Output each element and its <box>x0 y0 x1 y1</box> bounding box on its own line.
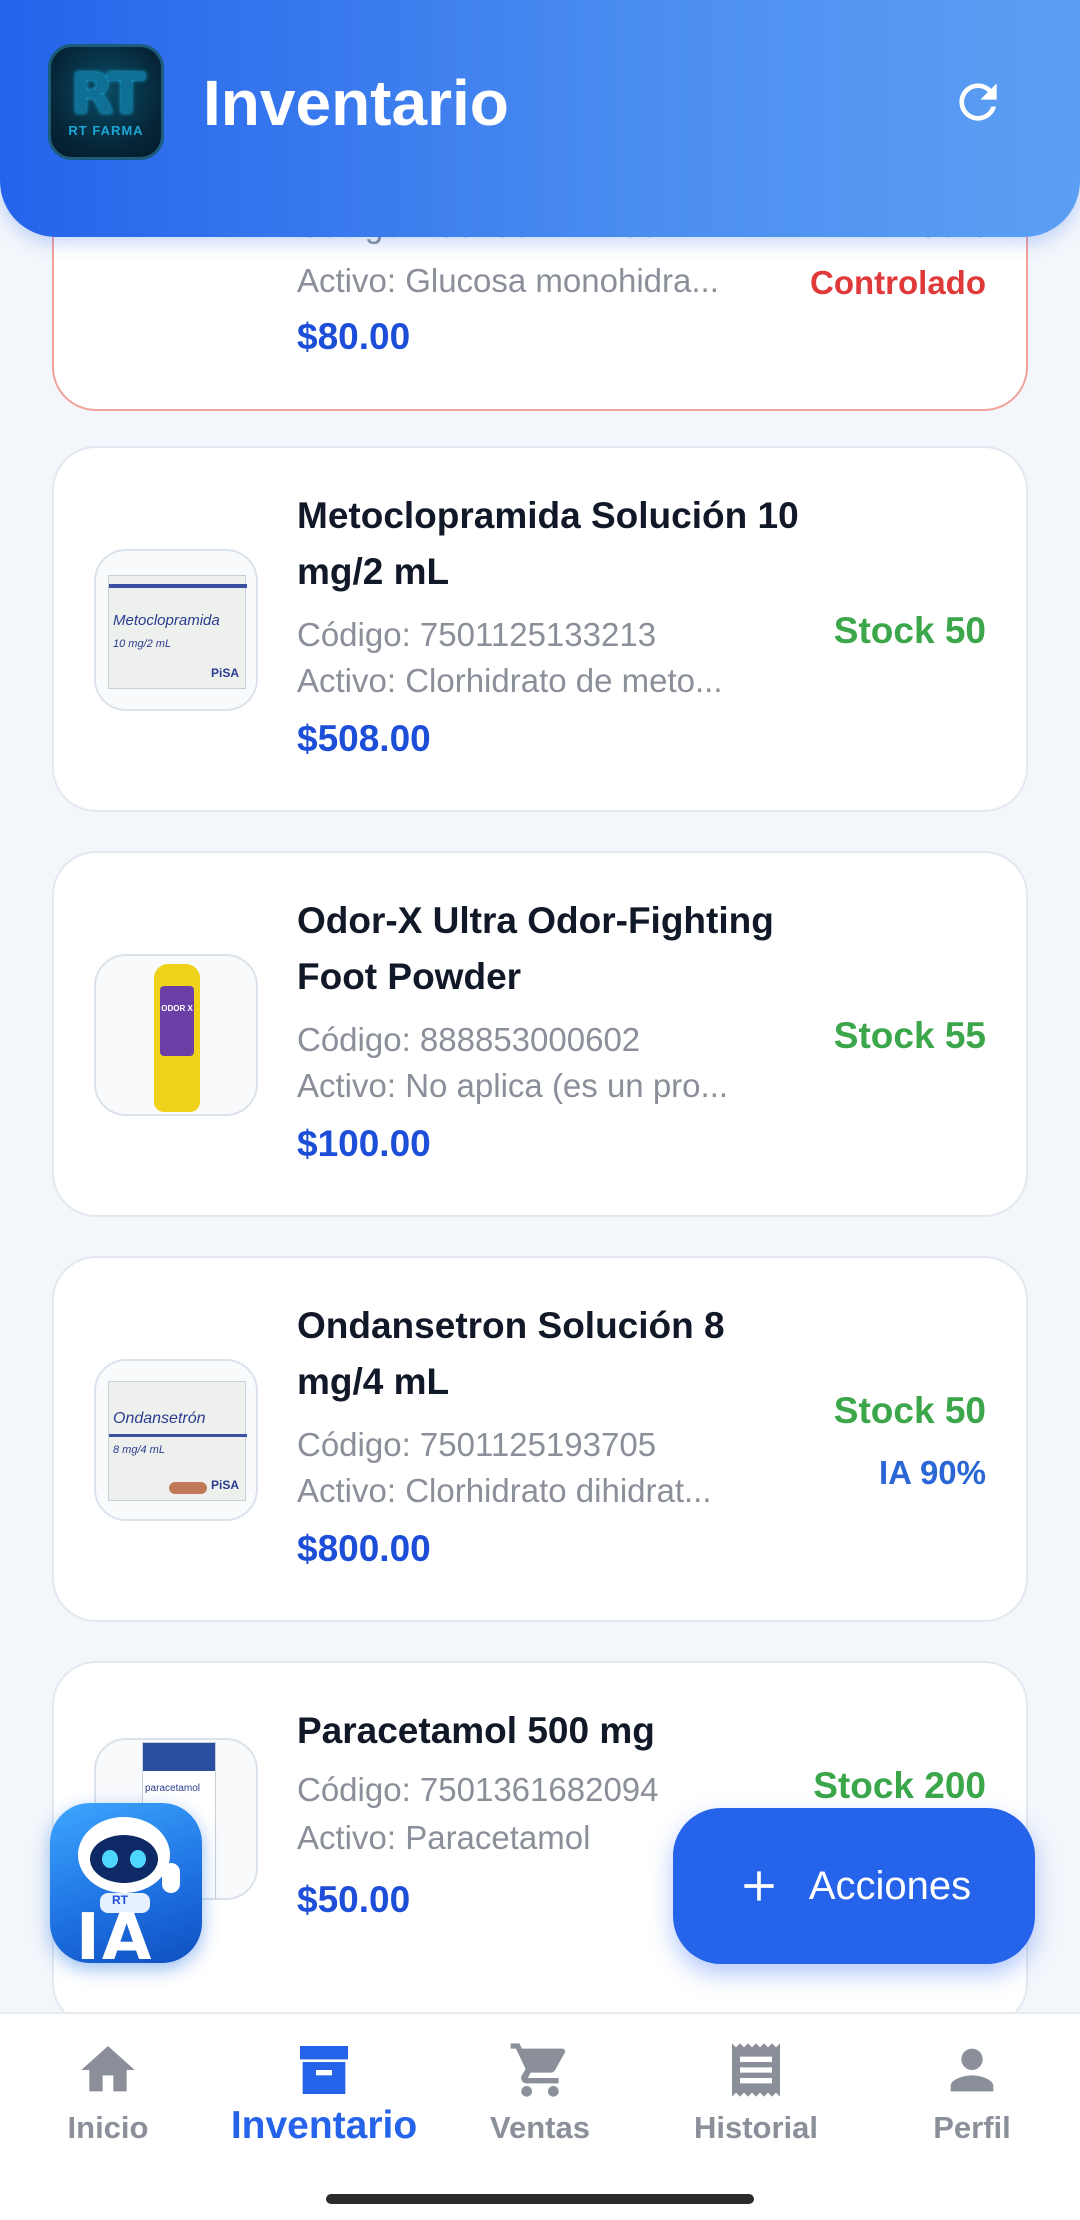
archive-box-icon <box>300 2046 348 2094</box>
bottom-navigation: Inicio Inventario Ventas Historial Perfi… <box>0 2012 1080 2220</box>
product-active-ingredient: Activo: Clorhidrato dihidrat... <box>297 1472 712 1509</box>
actions-fab[interactable]: Acciones <box>673 1808 1035 1964</box>
product-name: Paracetamol 500 mg <box>297 1710 655 1751</box>
assistant-label: IA <box>76 1901 154 1963</box>
stock-badge: Stock 50 <box>833 1390 986 1431</box>
product-name: Odor-X Ultra Odor-Fighting Foot Powder <box>297 900 774 997</box>
logo-subtext: RT FARMA <box>68 122 144 138</box>
product-price: $50.00 <box>297 1879 411 1920</box>
plus-icon <box>744 1871 774 1901</box>
refresh-icon[interactable] <box>950 74 1006 130</box>
product-price: $100.00 <box>297 1123 431 1164</box>
nav-label: Inventario <box>230 2104 418 2147</box>
product-card[interactable]: Metoclopramida 10 mg/2 mL PiSA Metoclopr… <box>52 446 1028 812</box>
nav-item-ventas[interactable]: Ventas <box>432 2038 648 2178</box>
product-code: Código: 7501125193705 <box>297 1426 657 1463</box>
product-price: $800.00 <box>297 1528 431 1569</box>
box-dose: 10 mg/2 mL <box>113 638 172 650</box>
product-name: Metoclopramida Solución 10 mg/2 mL <box>297 495 799 592</box>
product-name: Ondansetron Solución 8 mg/4 mL <box>297 1305 725 1402</box>
product-active-ingredient: Activo: Glucosa monohidra... <box>297 262 719 299</box>
nav-label: Ventas <box>490 2110 590 2145</box>
product-price: $508.00 <box>297 718 431 759</box>
home-indicator[interactable] <box>326 2194 754 2204</box>
nav-label: Historial <box>693 2110 819 2145</box>
product-card[interactable]: Ondansetrón 8 mg/4 mL PiSA Ondansetron S… <box>52 1256 1028 1622</box>
actions-label: Acciones <box>808 1863 972 1908</box>
home-icon <box>81 2046 135 2092</box>
app-logo: RT RT FARMA <box>48 44 164 160</box>
product-thumbnail: Ondansetrón 8 mg/4 mL PiSA <box>94 1359 258 1521</box>
stock-badge: Stock 55 <box>833 1015 986 1056</box>
box-label: Metoclopramida <box>113 612 220 629</box>
logo-text: RT <box>70 61 146 127</box>
nav-label: Perfil <box>933 2110 1011 2145</box>
stock-badge: Stock 50 <box>833 610 986 651</box>
person-icon <box>950 2048 994 2092</box>
product-active-ingredient: Activo: Clorhidrato de meto... <box>297 662 723 699</box>
product-code: Código: 7501361682094 <box>297 1771 659 1808</box>
box-label: Ondansetrón <box>113 1410 206 1427</box>
product-thumbnail: ODOR X <box>94 954 258 1116</box>
nav-label: Inicio <box>67 2110 149 2145</box>
cart-icon <box>510 2043 566 2097</box>
box-label: paracetamol <box>145 1783 201 1794</box>
ia-confidence-badge: IA 90% <box>879 1454 986 1491</box>
stock-badge: Stock 200 <box>813 1765 986 1806</box>
nav-item-inventario[interactable]: Inventario <box>216 2038 432 2178</box>
nav-item-historial[interactable]: Historial <box>648 2038 864 2178</box>
product-price: $80.00 <box>297 316 411 357</box>
box-label: ODOR X <box>161 1004 193 1013</box>
product-active-ingredient: Activo: No aplica (es un pro... <box>297 1067 729 1104</box>
nav-item-inicio[interactable]: Inicio <box>0 2038 216 2178</box>
product-thumbnail: Metoclopramida 10 mg/2 mL PiSA <box>94 549 258 711</box>
product-code: Código: 888853000602 <box>297 1021 641 1058</box>
nav-item-perfil[interactable]: Perfil <box>864 2038 1080 2178</box>
box-dose: 8 mg/4 mL <box>113 1444 165 1456</box>
receipt-icon <box>732 2043 780 2097</box>
app-header: RT RT FARMA Inventario <box>0 0 1080 237</box>
page-title: Inventario <box>203 67 509 139</box>
ai-assistant-button[interactable]: RT IA <box>50 1803 202 1963</box>
product-code: Código: 7501125133213 <box>297 616 657 653</box>
controlled-badge: Controlado <box>810 264 986 301</box>
product-card[interactable]: ODOR X Odor-X Ultra Odor-Fighting Foot P… <box>52 851 1028 1217</box>
